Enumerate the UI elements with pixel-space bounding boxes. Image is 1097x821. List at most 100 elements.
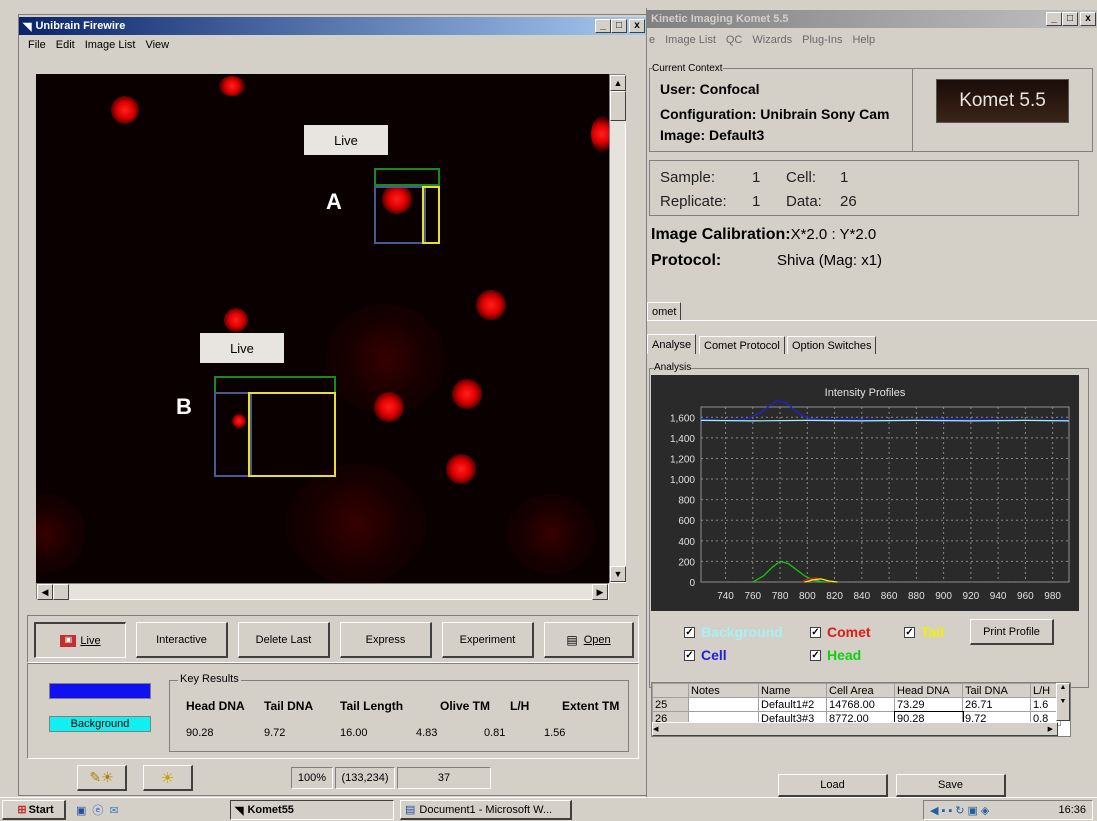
hdr-extent-tm: Extent TM — [562, 699, 620, 713]
x-tick-label: 840 — [853, 591, 870, 602]
series-line-1 — [700, 419, 1070, 422]
menu-image-list[interactable]: Image List — [660, 34, 721, 46]
y-tick-label: 200 — [678, 557, 695, 568]
x-tick-label: 920 — [963, 591, 980, 602]
capture-tool-button[interactable]: ✎☀ — [77, 765, 127, 791]
task-komet55[interactable]: ◥ Komet55 — [230, 800, 394, 820]
sun-icon: ☀ — [160, 769, 175, 787]
replicate-value: 1 — [752, 193, 761, 210]
y-tick-label: 1,600 — [670, 413, 695, 424]
menu-wizards[interactable]: Wizards — [747, 34, 797, 46]
tab-komet[interactable]: omet — [647, 302, 682, 320]
wand-sun-icon: ✎☀ — [89, 769, 114, 785]
tab-analyse[interactable]: Analyse — [647, 334, 697, 354]
load-button[interactable]: Load — [778, 774, 888, 797]
comet-b-head-box[interactable] — [214, 392, 252, 477]
y-tick-label: 1,000 — [670, 475, 695, 486]
check-icon: ✓ — [810, 649, 821, 661]
experiment-button[interactable]: Experiment — [442, 622, 534, 658]
desktop-icon[interactable]: ▣ — [76, 804, 86, 817]
checkbox-background[interactable]: ✓ Background — [684, 624, 783, 640]
save-button[interactable]: Save — [896, 774, 1006, 797]
scroll-up-icon[interactable]: ▲ — [610, 75, 626, 91]
menu-file[interactable]: File — [23, 39, 51, 51]
taskbar: ⊞ Start ▣ ⓔ ✉ ◥ Komet55 ▤ Document1 - Mi… — [0, 797, 1097, 821]
tray-icons[interactable]: ◀▪▪↻▣◈ — [930, 804, 992, 817]
close-button[interactable]: x — [1080, 12, 1096, 26]
comet-a-header-box[interactable] — [374, 168, 440, 186]
y-tick-label: 0 — [689, 578, 695, 589]
col-name[interactable]: Name — [758, 683, 827, 698]
val-tail-length: 16.00 — [340, 727, 368, 739]
brightness-button[interactable]: ☀ — [143, 765, 193, 791]
tab-option-switches[interactable]: Option Switches — [787, 336, 877, 354]
delete-last-button[interactable]: Delete Last — [238, 622, 330, 658]
open-button[interactable]: ▤ Open — [544, 622, 634, 658]
col-tail-dna[interactable]: Tail DNA — [962, 683, 1031, 698]
grid-vscroll[interactable]: ▲ ▼ — [1056, 683, 1070, 721]
close-button[interactable]: x — [629, 19, 645, 33]
image-viewport[interactable]: Live Live A B — [36, 74, 609, 583]
right-titlebar[interactable]: Kinetic Imaging Komet 5.5 _ □ x — [647, 10, 1097, 28]
print-profile-button[interactable]: Print Profile — [970, 619, 1054, 645]
scroll-right-icon[interactable]: ▶ — [592, 584, 608, 600]
cell-spot — [446, 454, 476, 484]
live-button[interactable]: ▣ Live — [34, 622, 126, 658]
menu-plugins[interactable]: Plug-Ins — [797, 34, 847, 46]
scroll-down-icon[interactable]: ▼ — [610, 566, 626, 582]
col-head-dna[interactable]: Head DNA — [894, 683, 963, 698]
results-grid[interactable]: Notes Name Cell Area Head DNA Tail DNA L… — [651, 682, 1071, 737]
checkbox-head[interactable]: ✓ Head — [810, 647, 861, 663]
comet-a-head-box[interactable] — [374, 186, 426, 244]
interactive-button[interactable]: Interactive — [136, 622, 228, 658]
zoom-readout: 100% — [291, 767, 333, 789]
haze — [506, 494, 596, 574]
menu-file-partial[interactable]: e — [649, 34, 660, 46]
val-head-dna: 90.28 — [186, 727, 214, 739]
maximize-button[interactable]: □ — [1062, 12, 1078, 26]
horizontal-scrollbar[interactable]: ◀ ▶ — [36, 583, 609, 600]
col-cell-area[interactable]: Cell Area — [826, 683, 895, 698]
checkbox-comet[interactable]: ✓ Comet — [810, 624, 871, 640]
scroll-thumb[interactable] — [610, 91, 626, 121]
menu-qc[interactable]: QC — [721, 34, 748, 46]
cell-value: 1 — [840, 169, 849, 186]
express-button[interactable]: Express — [340, 622, 432, 658]
y-tick-label: 1,200 — [670, 454, 695, 465]
key-results-group: Key Results Head DNA Tail DNA Tail Lengt… — [169, 673, 629, 752]
grid-hscroll[interactable]: ◀ ▶ — [652, 722, 1058, 736]
outlook-icon[interactable]: ✉ — [109, 804, 118, 817]
tab-comet-protocol[interactable]: Comet Protocol — [699, 336, 785, 354]
check-icon: ✓ — [684, 649, 695, 661]
left-menubar: File Edit Image List View — [23, 37, 174, 53]
minimize-button[interactable]: _ — [1046, 12, 1062, 26]
quick-launch: ▣ ⓔ ✉ — [76, 801, 216, 819]
menu-view[interactable]: View — [140, 39, 174, 51]
x-tick-label: 820 — [826, 591, 843, 602]
checkbox-cell[interactable]: ✓ Cell — [684, 647, 727, 663]
y-tick-label: 1,400 — [670, 434, 695, 445]
menu-help[interactable]: Help — [847, 34, 880, 46]
checkbox-tail[interactable]: ✓ Tail — [904, 624, 944, 640]
col-notes[interactable]: Notes — [688, 683, 759, 698]
menu-image-list[interactable]: Image List — [80, 39, 141, 51]
windows-logo-icon: ⊞ — [17, 804, 27, 816]
comet-a-tail-box[interactable] — [422, 186, 440, 244]
chart-svg: Intensity Profiles 0 200 400 600 800 1,000 1,2… — [670, 387, 1070, 602]
start-button[interactable]: ⊞ Start — [2, 800, 66, 820]
left-titlebar[interactable]: ◥ Unibrain Firewire _ □ x — [19, 17, 647, 35]
vertical-scrollbar[interactable]: ▲ ▼ — [609, 74, 626, 583]
task-document1[interactable]: ▤ Document1 - Microsoft W... — [400, 800, 572, 820]
menu-edit[interactable]: Edit — [51, 39, 80, 51]
haze — [286, 464, 426, 583]
coords-readout: (133,234) — [335, 767, 395, 789]
scroll-left-icon[interactable]: ◀ — [37, 584, 53, 600]
ie-icon[interactable]: ⓔ — [92, 802, 103, 818]
col-index — [652, 683, 689, 698]
table-row[interactable]: 25 Default1#2 14768.00 73.29 26.71 1.6 — [652, 697, 1061, 712]
context-user: User: Confocal — [660, 81, 760, 97]
comet-b-tail-box[interactable] — [248, 392, 336, 477]
maximize-button[interactable]: □ — [611, 19, 627, 33]
minimize-button[interactable]: _ — [595, 19, 611, 33]
scroll-thumb[interactable] — [53, 584, 69, 600]
